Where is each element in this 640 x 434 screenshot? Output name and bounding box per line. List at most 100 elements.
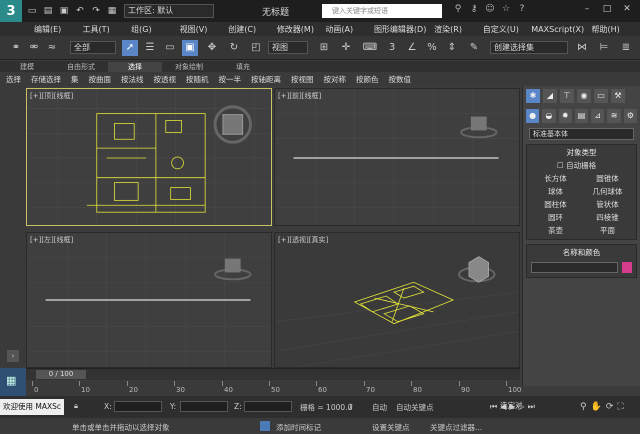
menu-item-11[interactable]: 帮助(H) [592,24,640,35]
key-mode-icon[interactable]: ⚷ [348,402,354,411]
ribbon-item-5[interactable]: 按透视 [154,74,177,85]
auto-key-button[interactable]: 自动 [372,402,387,413]
ribbon-tab-1[interactable]: 自由形式 [54,62,108,72]
menu-item-5[interactable]: 修改器(M) [277,24,326,35]
object-type-title[interactable]: 对象类型 [527,145,636,160]
layer-manager-icon[interactable]: ≣ [618,40,634,56]
menu-item-7[interactable]: 图形编辑器(D) [374,24,434,35]
ribbon-tab-3[interactable]: 对象绘制 [162,62,216,72]
viewport-front-label[interactable]: [+][前][线框] [278,91,321,101]
display-tab-icon[interactable]: ▭ [594,89,608,103]
save-icon[interactable]: ▣ [58,5,70,17]
align-icon[interactable]: ⊨ [596,40,612,56]
menu-item-6[interactable]: 动画(A) [325,24,374,35]
go-to-start-icon[interactable]: ⏮ [490,402,497,412]
modify-tab-icon[interactable]: ◢ [543,89,557,103]
workspace-select[interactable]: 工作区: 默认 [124,4,214,18]
hierarchy-tab-icon[interactable]: ⊤ [560,89,574,103]
add-time-tag[interactable]: 添加时间标记 [276,422,321,433]
z-coordinate-field[interactable] [244,401,292,412]
maximize-button[interactable]: □ [600,4,614,16]
redo-icon[interactable]: ↷ [90,5,102,17]
window-crossing-icon[interactable]: ▣ [182,40,198,56]
viewport-top[interactable]: [+][顶][线框] [26,88,272,226]
ribbon-item-3[interactable]: 按曲面 [89,74,112,85]
autogrid-checkbox[interactable]: ☐ 自动栅格 [527,160,636,171]
object-color-swatch[interactable] [622,262,632,273]
time-tag-icon[interactable] [260,421,270,431]
viewport-left-label[interactable]: [+][左][线框] [30,235,73,245]
motion-tab-icon[interactable]: ◉ [577,89,591,103]
ribbon-tab-0[interactable]: 建模 [0,62,54,72]
helpers-icon[interactable]: ⊿ [591,109,605,123]
object-name-input[interactable] [531,262,618,273]
go-to-end-icon[interactable]: ⏭ [528,402,535,412]
geometry-icon[interactable]: ● [526,109,540,123]
object-button-2[interactable]: 球体 [531,186,580,198]
keyboard-shortcut-icon[interactable]: ⌨ [362,40,378,56]
time-slider-thumb[interactable]: 0 / 100 [36,370,86,379]
rotate-icon[interactable]: ↻ [226,40,242,56]
object-button-1[interactable]: 圆锥体 [583,173,632,185]
object-button-0[interactable]: 长方体 [531,173,580,185]
mini-listener-toggle[interactable]: ▦ [0,368,26,396]
ribbon-item-8[interactable]: 按轴距离 [251,74,281,85]
snaps-toggle-icon[interactable]: 3 [384,40,400,56]
systems-icon[interactable]: ⚙ [623,109,637,123]
ribbon-tab-2[interactable]: 选择 [108,61,162,72]
expand-arrow-icon[interactable]: › [7,350,19,362]
create-tab-icon[interactable]: ✱ [526,89,540,103]
object-button-4[interactable]: 圆柱体 [531,199,580,211]
name-color-title[interactable]: 名称和颜色 [527,245,636,260]
key-filters-button[interactable]: 关键点过滤器... [430,422,482,433]
angle-snap-icon[interactable]: ∠ [404,40,420,56]
spinner-snap-icon[interactable]: ⇕ [444,40,460,56]
rectangle-selection-icon[interactable]: ▭ [162,40,178,56]
lock-selection-icon[interactable]: 🔒︎ [74,401,78,411]
shapes-icon[interactable]: ◒ [542,109,556,123]
pivot-center-icon[interactable]: ⊞ [316,40,332,56]
object-button-3[interactable]: 几何球体 [583,186,632,198]
set-key-button[interactable]: 设置关键点 [372,422,410,433]
close-button[interactable]: ✕ [620,4,634,16]
app-logo[interactable]: 3 [0,0,22,22]
unlink-icon[interactable]: ⚮ [26,40,42,56]
object-button-7[interactable]: 四棱锥 [583,212,632,224]
ribbon-item-2[interactable]: 集 [71,74,79,85]
viewport-front[interactable]: [+][前][线框] [274,88,520,226]
ribbon-item-4[interactable]: 按法线 [121,74,144,85]
maxscript-listener[interactable]: 欢迎使用 MAXSc [0,399,64,415]
prev-frame-icon[interactable]: ◀ [500,402,506,412]
mirror-icon[interactable]: ⋈ [574,40,590,56]
ribbon-tab-4[interactable]: 填充 [216,62,270,72]
select-manipulate-icon[interactable]: ✛ [338,40,354,56]
minimize-button[interactable]: – [580,4,594,16]
ribbon-item-9[interactable]: 按视图 [291,74,314,85]
menu-item-3[interactable]: 视图(V) [180,24,229,35]
select-by-name-icon[interactable]: ☰ [142,40,158,56]
viewport-top-label[interactable]: [+][顶][线框] [30,91,73,101]
viewport-perspective-label[interactable]: [+][透视][真实] [278,235,328,245]
reference-coordinate-select[interactable]: 视图 [268,41,308,54]
ribbon-item-10[interactable]: 按对称 [324,74,347,85]
select-object-icon[interactable]: ➚ [122,40,138,56]
move-icon[interactable]: ✥ [204,40,220,56]
lights-icon[interactable]: ✹ [558,109,572,123]
menu-item-2[interactable]: 组(G) [131,24,180,35]
cameras-icon[interactable]: ▤ [574,109,589,123]
menu-item-10[interactable]: MAXScript(X) [531,25,591,34]
primitive-type-dropdown[interactable]: 标准基本体 [529,128,634,140]
object-button-5[interactable]: 管状体 [583,199,632,211]
zoom-icon[interactable]: ⚲ [580,402,587,412]
object-button-9[interactable]: 平面 [583,225,632,237]
menu-item-4[interactable]: 创建(C) [228,24,277,35]
viewport-perspective[interactable]: [+][透视][真实] [274,232,520,368]
percent-snap-icon[interactable]: % [424,40,440,56]
binoculars-icon[interactable]: ⚲ [452,4,464,16]
spacewarps-icon[interactable]: ≋ [607,109,621,123]
ribbon-item-11[interactable]: 按颜色 [356,74,379,85]
key-icon[interactable]: ⚷ [468,4,480,16]
ribbon-item-1[interactable]: 存储选择 [31,74,61,85]
object-button-6[interactable]: 圆环 [531,212,580,224]
scale-icon[interactable]: ◰ [248,40,264,56]
